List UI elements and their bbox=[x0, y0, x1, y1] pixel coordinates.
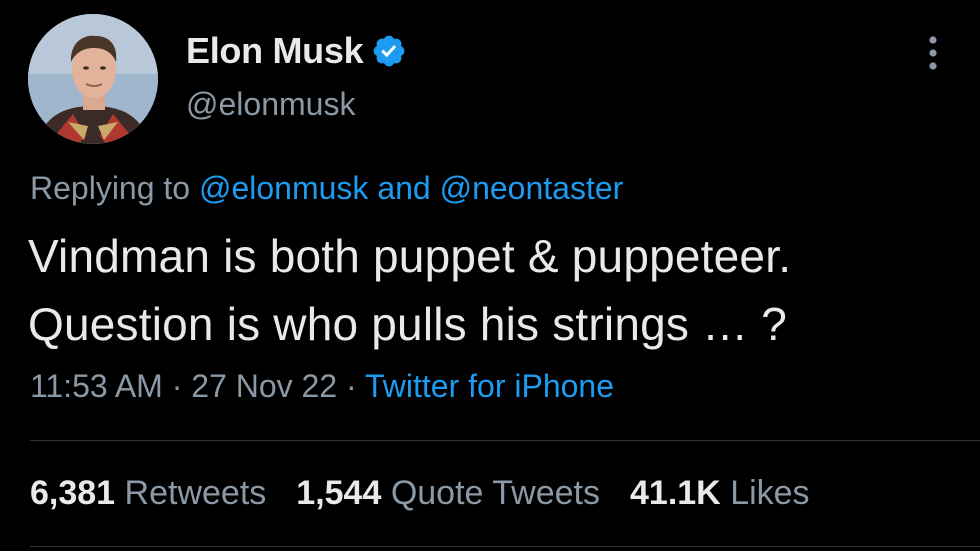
author-name-row: Elon Musk bbox=[186, 28, 407, 74]
tweet-time[interactable]: 11:53 AM bbox=[30, 368, 163, 404]
replying-prefix: Replying to bbox=[30, 170, 191, 206]
quote-tweets-count: 1,544 bbox=[296, 474, 382, 512]
display-name[interactable]: Elon Musk bbox=[186, 30, 364, 72]
meta-separator: · bbox=[171, 368, 183, 404]
verified-badge-icon bbox=[373, 35, 405, 67]
tweet-date[interactable]: 27 Nov 22 bbox=[191, 368, 337, 404]
divider bbox=[30, 546, 980, 547]
tweet-detail: Elon Musk @elonmusk Replying to @elonmus… bbox=[0, 0, 980, 551]
tweet-metadata: 11:53 AM · 27 Nov 22 · Twitter for iPhon… bbox=[30, 368, 614, 405]
author-handle[interactable]: @elonmusk bbox=[186, 86, 355, 123]
profile-photo-icon bbox=[28, 14, 158, 144]
more-options-icon[interactable] bbox=[918, 34, 948, 74]
tweet-stats: 6,381 Retweets 1,544 Quote Tweets 41.1K … bbox=[30, 474, 810, 513]
avatar[interactable] bbox=[28, 14, 158, 144]
mention-link[interactable]: @neontaster bbox=[440, 170, 624, 206]
replying-to: Replying to @elonmusk and @neontaster bbox=[30, 170, 623, 207]
meta-separator: · bbox=[346, 368, 357, 404]
mention-link[interactable]: @elonmusk bbox=[199, 170, 368, 206]
divider bbox=[30, 440, 980, 441]
retweets-count: 6,381 bbox=[30, 474, 116, 512]
tweet-text: Vindman is both puppet & puppeteer. Ques… bbox=[28, 230, 792, 350]
likes-stat[interactable]: 41.1K Likes bbox=[630, 474, 810, 513]
mention-joiner[interactable]: and bbox=[377, 170, 430, 206]
tweet-source[interactable]: Twitter for iPhone bbox=[365, 368, 614, 404]
likes-count: 41.1K bbox=[630, 474, 721, 512]
quote-tweets-stat[interactable]: 1,544 Quote Tweets bbox=[296, 474, 600, 513]
likes-label: Likes bbox=[730, 474, 810, 512]
retweets-label: Retweets bbox=[124, 474, 267, 512]
quote-tweets-label: Quote Tweets bbox=[390, 474, 600, 512]
retweets-stat[interactable]: 6,381 Retweets bbox=[30, 474, 266, 513]
